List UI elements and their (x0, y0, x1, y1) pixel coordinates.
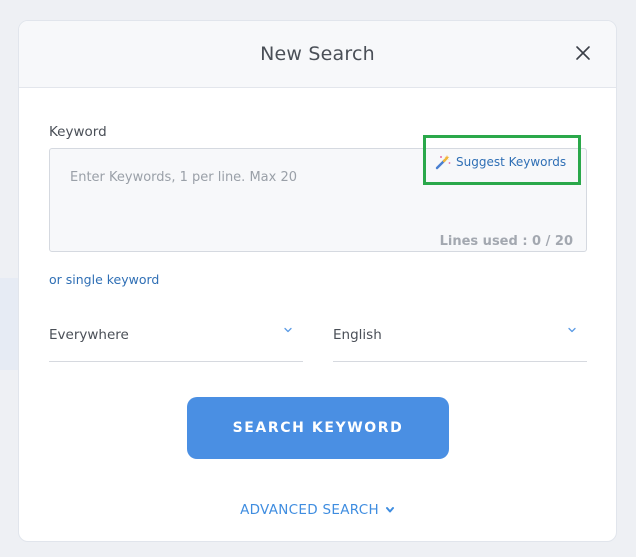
modal-header: New Search (19, 21, 616, 88)
advanced-search-toggle[interactable]: ADVANCED SEARCH (19, 502, 616, 518)
location-select-value: Everywhere (49, 327, 129, 343)
single-keyword-link[interactable]: or single keyword (49, 272, 159, 287)
magic-wand-icon (435, 155, 451, 170)
advanced-search-label: ADVANCED SEARCH (240, 502, 379, 518)
modal-title: New Search (260, 43, 375, 65)
chevron-down-icon (284, 327, 292, 333)
lines-used-counter: Lines used : 0 / 20 (439, 234, 573, 249)
close-icon (576, 46, 590, 60)
suggest-keywords-label: Suggest Keywords (456, 155, 567, 169)
new-search-modal: New Search Keyword Suggest Keywords Line… (18, 20, 617, 542)
chevron-down-icon (568, 327, 576, 333)
background-panel-edge (0, 278, 18, 370)
close-button[interactable] (570, 40, 596, 66)
language-select[interactable]: English (333, 317, 587, 362)
keyword-input-box: Suggest Keywords Lines used : 0 / 20 (49, 148, 587, 252)
keyword-label: Keyword (49, 124, 107, 140)
location-select[interactable]: Everywhere (49, 317, 303, 362)
language-select-value: English (333, 327, 382, 343)
suggest-keywords-button[interactable]: Suggest Keywords (435, 154, 566, 170)
search-keyword-button[interactable]: SEARCH KEYWORD (187, 397, 449, 459)
chevron-down-icon (385, 507, 394, 513)
